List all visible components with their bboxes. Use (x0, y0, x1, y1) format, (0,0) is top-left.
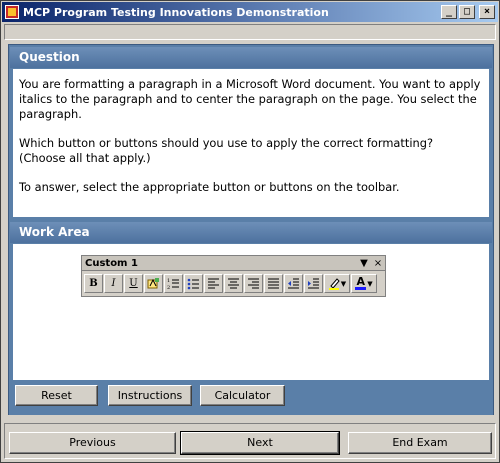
font-color-button[interactable]: A ▼ (351, 274, 377, 293)
increase-indent-button[interactable] (304, 274, 323, 293)
style-button[interactable] (144, 274, 163, 293)
app-icon (5, 5, 19, 19)
next-button[interactable]: Next (180, 431, 340, 455)
app-window: MCP Program Testing Innovations Demonstr… (0, 0, 500, 463)
bullets-button[interactable] (184, 274, 203, 293)
window-controls: _ □ × (441, 5, 495, 19)
question-paragraph-3: To answer, select the appropriate button… (19, 180, 400, 194)
svg-text:1: 1 (167, 278, 170, 284)
bold-button[interactable]: B (84, 274, 103, 293)
question-body: You are formatting a paragraph in a Micr… (13, 69, 489, 217)
work-area-button-row: Reset Instructions Calculator (9, 385, 493, 415)
align-left-icon (208, 278, 219, 289)
question-paragraph-2: Which button or buttons should you use t… (19, 136, 434, 165)
italic-button[interactable]: I (104, 274, 123, 293)
font-color-swatch (355, 287, 367, 290)
style-icon (147, 278, 159, 289)
toolbar-title-bar[interactable]: Custom 1 ▼ × (82, 256, 385, 271)
increase-indent-icon (308, 278, 319, 289)
question-paragraph-1: You are formatting a paragraph in a Micr… (19, 77, 481, 121)
toolbar-buttons: B I U 12 ▼ A ▼ (82, 271, 385, 296)
highlight-icon (328, 278, 340, 290)
work-area-body: Custom 1 ▼ × B I U 12 ▼ A ▼ (13, 244, 489, 380)
close-button[interactable]: × (479, 5, 495, 19)
toolbar-title: Custom 1 (85, 257, 138, 269)
instructions-button[interactable]: Instructions (108, 385, 192, 406)
font-color-dropdown-icon[interactable]: ▼ (367, 280, 372, 288)
previous-button[interactable]: Previous (9, 432, 176, 454)
font-color-icon: A (355, 275, 367, 290)
navigation-bar: Previous Next End Exam (4, 423, 496, 459)
font-color-letter: A (356, 275, 366, 288)
highlight-button[interactable]: ▼ (324, 274, 350, 293)
toolbar-close-icon[interactable]: × (371, 257, 385, 270)
numbering-button[interactable]: 12 (164, 274, 183, 293)
justify-icon (268, 278, 279, 289)
maximize-button[interactable]: □ (459, 5, 475, 19)
align-right-icon (248, 278, 259, 289)
reset-button[interactable]: Reset (15, 385, 98, 406)
align-left-button[interactable] (204, 274, 223, 293)
center-icon (228, 278, 239, 289)
calculator-button[interactable]: Calculator (200, 385, 285, 406)
menu-bar (4, 24, 496, 40)
svg-text:2: 2 (167, 285, 170, 290)
highlight-dropdown-icon[interactable]: ▼ (341, 280, 346, 288)
custom-toolbar: Custom 1 ▼ × B I U 12 ▼ A ▼ (81, 255, 386, 297)
align-right-button[interactable] (244, 274, 263, 293)
justify-button[interactable] (264, 274, 283, 293)
center-button[interactable] (224, 274, 243, 293)
exam-content: Question You are formatting a paragraph … (8, 44, 494, 415)
window-title: MCP Program Testing Innovations Demonstr… (23, 5, 329, 19)
decrease-indent-icon (288, 278, 299, 289)
end-exam-button[interactable]: End Exam (348, 432, 492, 454)
underline-button[interactable]: U (124, 274, 143, 293)
toolbar-options-icon[interactable]: ▼ (357, 257, 371, 270)
title-bar[interactable]: MCP Program Testing Innovations Demonstr… (2, 2, 498, 22)
decrease-indent-button[interactable] (284, 274, 303, 293)
work-area-header: Work Area (10, 222, 492, 243)
question-header: Question (10, 47, 492, 68)
numbering-icon: 12 (167, 278, 179, 290)
minimize-button[interactable]: _ (441, 5, 457, 19)
bullets-icon (187, 278, 199, 290)
